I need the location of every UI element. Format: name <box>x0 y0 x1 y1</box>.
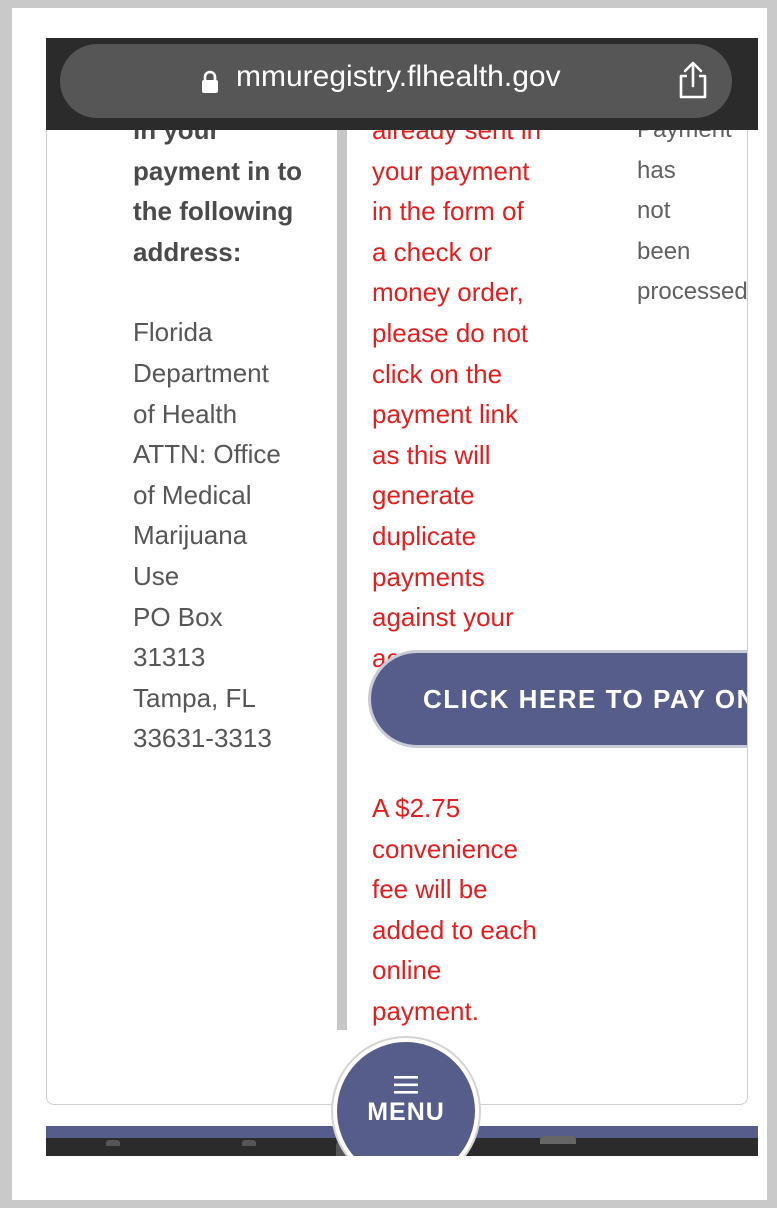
hamburger-icon <box>394 1076 418 1094</box>
mail-payment-column: in your payment in to the following addr… <box>133 130 333 759</box>
warning-line: in the form of <box>372 196 524 227</box>
fee-line: A $2.75 <box>372 793 461 823</box>
address-line: 31313 <box>133 642 206 673</box>
warning-line: payments <box>372 561 485 592</box>
address-line: of Health <box>133 398 238 429</box>
status-line: has <box>637 156 676 184</box>
address-line: Marijuana <box>133 520 248 551</box>
pay-online-button[interactable]: CLICK HERE TO PAY ONLINE <box>371 653 747 745</box>
payment-info-card: in your payment in to the following addr… <box>46 130 748 1105</box>
payment-status-column: Payment has not been processed <box>637 130 748 313</box>
device-frame: in your payment in to the following addr… <box>12 8 767 1200</box>
lock-icon <box>202 70 218 93</box>
warning-line: already sent in <box>372 130 542 145</box>
fee-line: added to each <box>372 914 537 945</box>
warning-line: against your <box>372 602 514 633</box>
menu-label: MENU <box>367 1098 445 1126</box>
status-line: Payment <box>637 130 747 151</box>
address-line: Florida <box>133 317 213 348</box>
heading-line: payment in to <box>133 155 303 186</box>
column-divider <box>337 130 347 1030</box>
forward-icon[interactable] <box>242 1140 256 1146</box>
tabs-icon[interactable] <box>540 1136 576 1144</box>
address-line: Tampa, FL <box>133 682 256 713</box>
warning-line: generate <box>372 480 475 511</box>
browser-address-area: mmuregistry.flhealth.gov <box>46 38 758 130</box>
convenience-fee-note: A $2.75 convenience fee will be added to… <box>372 788 592 1032</box>
warning-line: duplicate <box>372 520 477 551</box>
address-line: ATTN: Office <box>133 439 281 470</box>
fee-line: convenience <box>372 833 518 864</box>
fee-line: payment. <box>372 995 479 1026</box>
address-line: PO Box <box>133 601 223 632</box>
heading-line: in your <box>133 130 220 145</box>
back-icon[interactable] <box>106 1140 120 1146</box>
warning-line: your payment <box>372 155 530 186</box>
status-line: been <box>637 237 691 265</box>
online-payment-column: already sent in your payment in the form… <box>372 130 592 678</box>
status-line: processed <box>637 278 748 306</box>
fee-line: fee will be <box>372 874 488 905</box>
warning-line: payment link <box>372 399 518 430</box>
heading-line: the following <box>133 196 294 227</box>
warning-line: click on the <box>372 358 503 389</box>
warning-line: a check or <box>372 236 492 267</box>
status-line: not <box>637 197 671 225</box>
heading-line: address: <box>133 236 242 267</box>
address-line: Department <box>133 357 269 388</box>
fee-line: online <box>372 955 442 986</box>
warning-line: as this will <box>372 439 491 470</box>
share-icon[interactable] <box>676 60 710 100</box>
address-line: Use <box>133 560 180 591</box>
address-line: 33631-3313 <box>133 723 272 754</box>
address-line: of Medical <box>133 479 252 510</box>
browser-screen: in your payment in to the following addr… <box>46 38 758 1156</box>
warning-line: money order, <box>372 277 524 308</box>
url-text: mmuregistry.flhealth.gov <box>236 60 561 93</box>
address-bar[interactable]: mmuregistry.flhealth.gov <box>60 44 732 118</box>
warning-line: please do not <box>372 317 529 348</box>
